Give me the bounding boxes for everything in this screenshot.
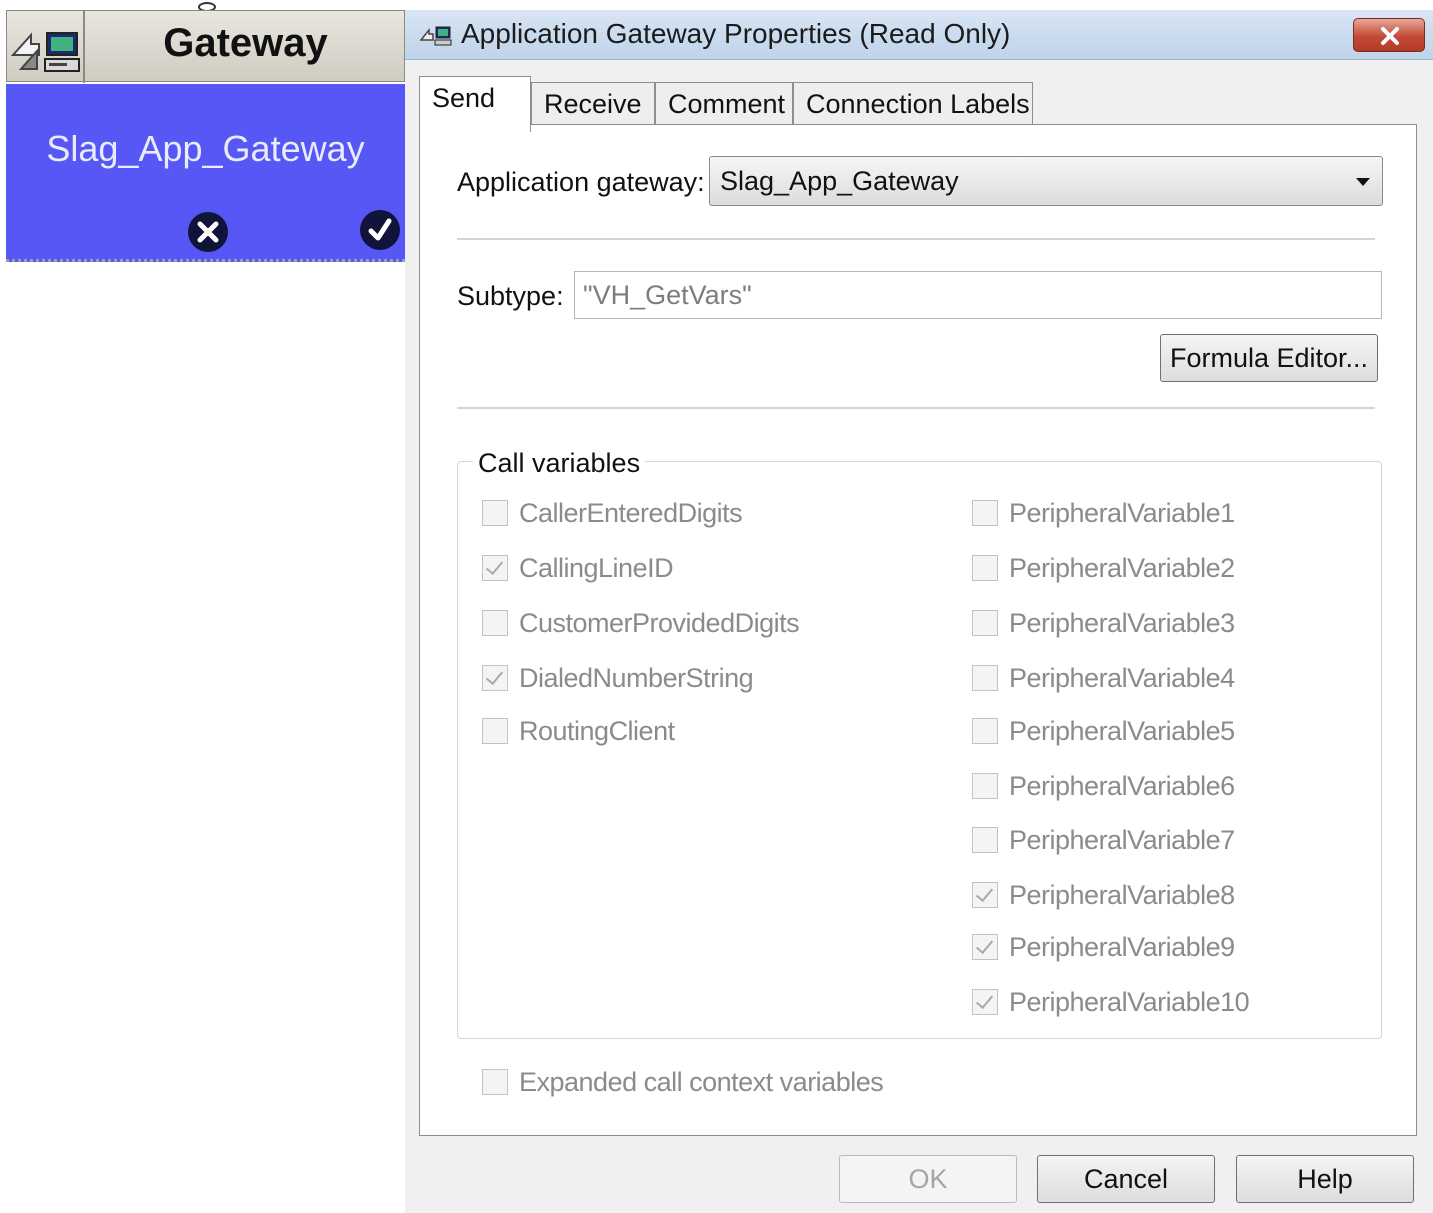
checkmark-icon (975, 935, 994, 955)
call-variable-label: CallingLineID (519, 553, 674, 583)
expanded-call-context-checkbox[interactable] (482, 1069, 508, 1095)
call-variable-checkbox[interactable] (482, 718, 508, 744)
checkmark-icon (975, 990, 994, 1010)
call-variable-checkbox[interactable] (482, 610, 508, 636)
call-variable-label: PeripheralVariable3 (1009, 608, 1235, 638)
call-variable-label: PeripheralVariable6 (1009, 771, 1235, 801)
call-variable-checkbox[interactable] (972, 773, 998, 799)
call-variable-label: PeripheralVariable8 (1009, 880, 1235, 910)
call-variable-label: RoutingClient (519, 716, 675, 746)
close-button[interactable] (1353, 18, 1425, 52)
node-label: Slag_App_Gateway (46, 128, 365, 169)
checkmark-icon (975, 883, 994, 903)
tab-comment[interactable]: Comment (655, 82, 793, 126)
application-gateway-properties-dialog: Application Gateway Properties (Read Onl… (405, 10, 1433, 1213)
call-variable-checkbox[interactable] (972, 555, 998, 581)
call-variable-checkbox[interactable] (972, 989, 998, 1015)
node-body[interactable]: Slag_App_Gateway (6, 84, 405, 262)
success-exit-icon[interactable] (360, 210, 400, 250)
node-header: Gateway (6, 10, 405, 83)
dialog-titlebar[interactable]: Application Gateway Properties (Read Onl… (405, 10, 1433, 60)
call-variable-checkbox[interactable] (972, 934, 998, 960)
call-variable-checkbox[interactable] (482, 555, 508, 581)
call-variable-label: CustomerProvidedDigits (519, 608, 800, 638)
call-variable-label: PeripheralVariable4 (1009, 663, 1235, 693)
application-gateway-value: Slag_App_Gateway (720, 166, 959, 196)
subtype-field[interactable]: "VH_GetVars" (574, 271, 1382, 319)
call-variable-label: PeripheralVariable2 (1009, 553, 1235, 583)
tab-connection-labels[interactable]: Connection Labels (793, 82, 1033, 126)
call-variable-label: PeripheralVariable1 (1009, 498, 1235, 528)
help-button[interactable]: Help (1236, 1155, 1414, 1203)
gateway-app-icon (419, 22, 453, 48)
dialog-title: Application Gateway Properties (Read Onl… (461, 18, 1011, 49)
call-variable-label: PeripheralVariable9 (1009, 932, 1235, 962)
divider (457, 407, 1375, 409)
call-variable-checkbox[interactable] (972, 882, 998, 908)
call-variable-label: DialedNumberString (519, 663, 754, 693)
call-variable-label: PeripheralVariable5 (1009, 716, 1235, 746)
tab-send[interactable]: Send (419, 76, 531, 132)
subtype-label: Subtype: (457, 281, 564, 311)
chevron-down-icon (1356, 178, 1370, 186)
divider (457, 238, 1375, 240)
failure-exit-icon[interactable] (188, 212, 228, 252)
application-gateway-select[interactable]: Slag_App_Gateway (709, 156, 1383, 206)
application-gateway-label: Application gateway: (457, 167, 705, 197)
call-variable-checkbox[interactable] (972, 665, 998, 691)
call-variable-checkbox[interactable] (972, 500, 998, 526)
call-variables-title: Call variables (473, 448, 646, 479)
gateway-script-node[interactable]: Gateway Slag_App_Gateway (0, 0, 405, 266)
gateway-computer-icon (7, 11, 85, 83)
checkmark-icon (485, 666, 504, 686)
call-variable-label: PeripheralVariable10 (1009, 987, 1250, 1017)
call-variable-checkbox[interactable] (482, 500, 508, 526)
checkmark-icon (485, 556, 504, 576)
node-title: Gateway (163, 21, 328, 65)
call-variable-label: PeripheralVariable7 (1009, 825, 1235, 855)
subtype-value: "VH_GetVars" (583, 280, 752, 310)
call-variable-label: CallerEnteredDigits (519, 498, 743, 528)
call-variable-checkbox[interactable] (972, 610, 998, 636)
ok-button[interactable]: OK (839, 1155, 1017, 1203)
call-variable-checkbox[interactable] (972, 718, 998, 744)
call-variables-group (457, 461, 1382, 1039)
call-variable-checkbox[interactable] (482, 665, 508, 691)
formula-editor-button[interactable]: Formula Editor... (1160, 334, 1378, 382)
call-variable-checkbox[interactable] (972, 827, 998, 853)
tab-receive[interactable]: Receive (531, 82, 655, 126)
cancel-button[interactable]: Cancel (1037, 1155, 1215, 1203)
close-icon (1381, 27, 1399, 45)
expanded-call-context-label: Expanded call context variables (519, 1067, 884, 1097)
